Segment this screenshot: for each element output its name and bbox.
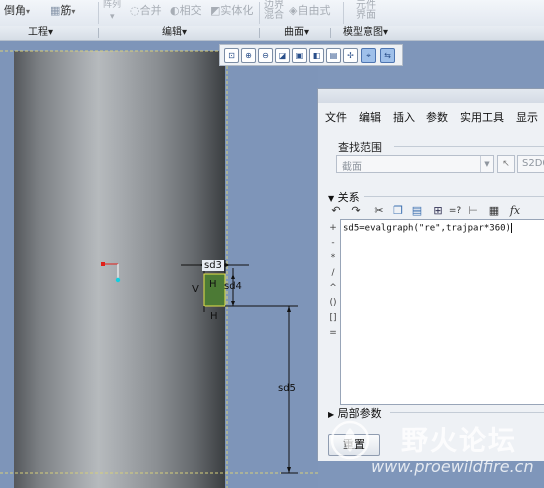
horizontal-constraint-label: H: [209, 279, 217, 290]
horizontal-constraint-label-bottom: H: [210, 311, 218, 322]
forum-logo-icon: [330, 420, 370, 460]
menu-show[interactable]: 显示: [516, 111, 538, 125]
operator-plus[interactable]: +: [326, 223, 340, 233]
zoom-to-fit-icon[interactable]: ⊡: [224, 48, 239, 63]
operator-minus[interactable]: -: [326, 238, 340, 248]
insert-dimension-icon[interactable]: ⊢: [465, 203, 481, 219]
datum-display-icon[interactable]: ✢: [343, 48, 358, 63]
verify-relations-icon[interactable]: =?: [447, 203, 463, 219]
zoom-in-icon[interactable]: ⊕: [241, 48, 256, 63]
menu-insert[interactable]: 插入: [393, 111, 415, 125]
relations-editor[interactable]: sd5=evalgraph("re",trajpar*360): [340, 219, 544, 405]
menu-file[interactable]: 文件: [325, 111, 347, 125]
view-toolbar: ⊡ ⊕ ⊖ ◪ ▣ ◧ ▤ ✢ ⌖ ⇆: [219, 44, 403, 66]
select-pointer-button[interactable]: ↖: [497, 155, 515, 173]
repaint-icon[interactable]: ▣: [292, 48, 307, 63]
paste-icon[interactable]: ▤: [409, 203, 425, 219]
menu-edit[interactable]: 编辑: [359, 111, 381, 125]
undo-icon[interactable]: ↶: [328, 203, 344, 219]
dimension-sd4[interactable]: sd4: [224, 281, 242, 292]
refit-icon[interactable]: ◪: [275, 48, 290, 63]
sort-relations-icon[interactable]: ▦: [486, 203, 502, 219]
find-scope-select[interactable]: 截面 ▼: [336, 155, 494, 173]
operator-multiply[interactable]: *: [326, 253, 340, 263]
collapse-triangle-icon: ▼: [328, 194, 335, 203]
local-parameters-header[interactable]: ▶ 局部参数: [328, 405, 382, 421]
operator-parentheses[interactable]: (): [326, 298, 340, 308]
redo-icon[interactable]: ↷: [348, 203, 364, 219]
dimension-sd5[interactable]: sd5: [278, 383, 296, 394]
display-style-icon[interactable]: ◧: [309, 48, 324, 63]
insert-parameter-icon[interactable]: ⊞: [430, 203, 446, 219]
menu-parameters[interactable]: 参数: [426, 111, 448, 125]
find-scope-label: 查找范围: [338, 141, 382, 154]
dimension-display-icon[interactable]: ⇆: [380, 48, 395, 63]
chevron-down-icon: ▼: [480, 156, 493, 172]
dimension-sd3[interactable]: sd3: [202, 260, 224, 271]
relation-line: sd5=evalgraph("re",trajpar*360): [343, 223, 511, 234]
saved-views-icon[interactable]: ▤: [326, 48, 341, 63]
section-id-field[interactable]: S2D0: [517, 155, 544, 173]
operator-brackets[interactable]: []: [326, 313, 340, 323]
menu-utilities[interactable]: 实用工具: [460, 111, 504, 125]
zoom-out-icon[interactable]: ⊖: [258, 48, 273, 63]
vertical-constraint-label: V: [192, 284, 199, 295]
dialog-menu-bar: 文件 编辑 插入 参数 实用工具 显示: [318, 107, 544, 129]
operator-equals[interactable]: =: [326, 328, 340, 338]
copy-icon[interactable]: ❐: [390, 203, 406, 219]
relations-dialog: 文件 编辑 插入 参数 实用工具 显示 查找范围 截面 ▼ ↖ S2D0 ▼ 关…: [317, 88, 544, 461]
operator-divide[interactable]: /: [326, 268, 340, 278]
insert-function-icon[interactable]: fx: [507, 203, 523, 219]
operator-power[interactable]: ^: [326, 283, 340, 293]
text-caret: [510, 223, 512, 233]
expand-triangle-icon: ▶: [328, 410, 335, 419]
dialog-title-bar[interactable]: [318, 89, 544, 103]
sketcher-display-icon[interactable]: ⌖: [361, 48, 376, 63]
watermark-title: 野火论坛: [401, 426, 517, 457]
cursor-icon: ↖: [502, 159, 510, 169]
cut-icon[interactable]: ✂: [371, 203, 387, 219]
sketch-origin-point: [115, 277, 121, 283]
watermark-url: www.proewildfire.cn: [371, 457, 534, 476]
